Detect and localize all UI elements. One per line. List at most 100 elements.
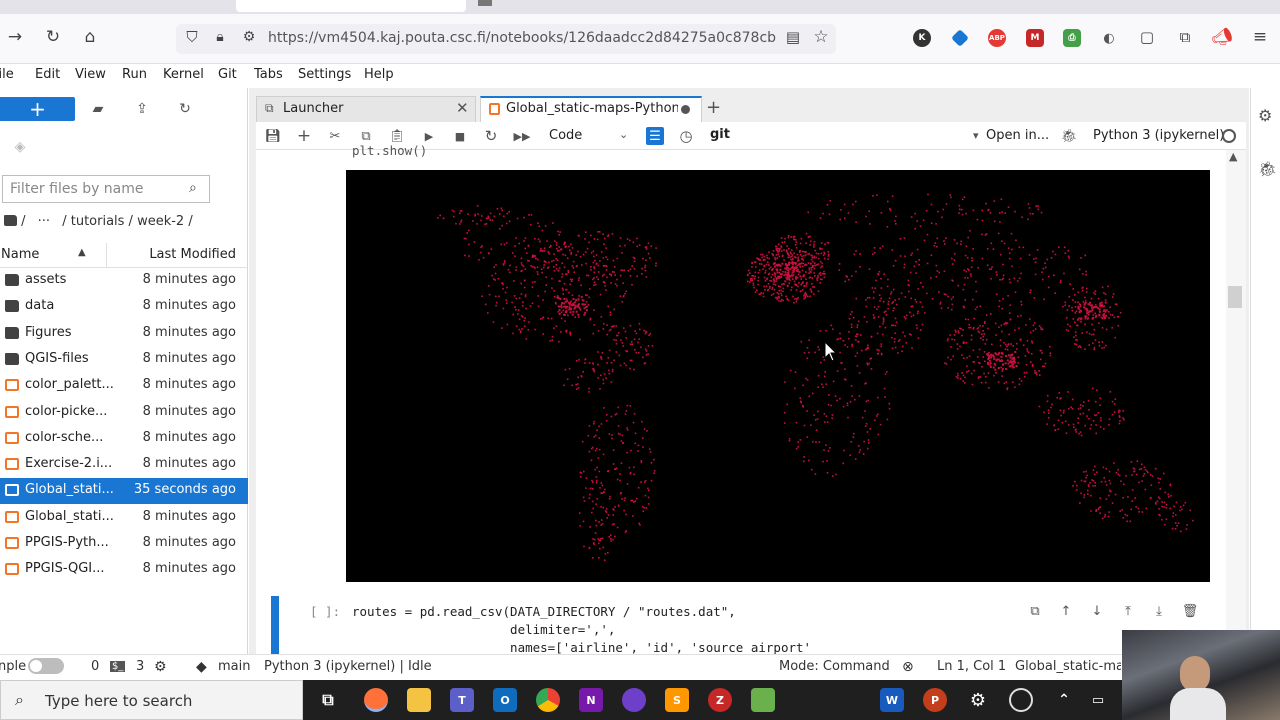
- browser-tab-active[interactable]: [236, 0, 466, 12]
- simple-mode-toggle[interactable]: [28, 658, 64, 674]
- home-icon[interactable]: ⌂: [79, 26, 101, 48]
- file-row[interactable]: Exercise-2.i... 8 minutes ago: [0, 452, 248, 478]
- git-clone-icon[interactable]: ◈: [10, 138, 30, 156]
- refresh-icon[interactable]: ↻: [175, 100, 195, 118]
- reload-icon[interactable]: ↻: [42, 26, 64, 48]
- menu-file[interactable]: File: [0, 67, 14, 82]
- debugger-icon[interactable]: 🐞︎: [1060, 127, 1078, 145]
- taskbar-search[interactable]: ⌕ Type here to search: [0, 680, 303, 720]
- file-row[interactable]: Figures 8 minutes ago: [0, 321, 248, 347]
- extension-gray-icon[interactable]: ◐: [1100, 29, 1118, 47]
- file-row[interactable]: Global_stati... 35 seconds ago: [0, 478, 248, 505]
- new-folder-icon[interactable]: ▰: [88, 100, 108, 118]
- firefox-icon[interactable]: [364, 688, 388, 712]
- kernels-count[interactable]: 3: [136, 659, 144, 674]
- extension-red-icon[interactable]: M: [1026, 29, 1044, 47]
- filter-files-input[interactable]: [3, 176, 179, 202]
- debugger-panel-icon[interactable]: 🐞︎: [1258, 160, 1277, 178]
- bookmark-star-icon[interactable]: ☆: [810, 26, 832, 48]
- menu-help[interactable]: Help: [364, 67, 394, 82]
- cursor-position[interactable]: Ln 1, Col 1: [937, 659, 1006, 674]
- tab-notebook[interactable]: Global_static-maps-Python.ip: [480, 96, 702, 122]
- file-row[interactable]: Global_stati... 8 minutes ago: [0, 505, 248, 531]
- fast-forward-icon[interactable]: ▶▶: [513, 127, 531, 145]
- git-button[interactable]: git: [710, 127, 730, 142]
- powerpoint-icon[interactable]: P: [923, 688, 947, 712]
- stop-icon[interactable]: ■: [451, 127, 469, 145]
- clock-app-icon[interactable]: [1009, 688, 1033, 712]
- move-up-icon[interactable]: ↑: [1057, 602, 1075, 620]
- file-row[interactable]: PPGIS-Pyth... 8 minutes ago: [0, 531, 248, 557]
- notebook-scrollbar[interactable]: ▲: [1226, 150, 1246, 654]
- tray-chevron-icon[interactable]: ⌃: [1052, 688, 1076, 712]
- clock-icon[interactable]: ◷: [677, 127, 695, 145]
- property-inspector-icon[interactable]: ⚙: [1258, 106, 1272, 125]
- file-row[interactable]: PPGIS-QGI... 8 minutes ago: [0, 557, 248, 583]
- menu-tabs[interactable]: Tabs: [254, 67, 283, 82]
- sort-ascending-icon[interactable]: ▲: [78, 247, 86, 258]
- scrollbar-thumb[interactable]: [1228, 286, 1242, 308]
- save-icon[interactable]: 💾︎: [264, 127, 282, 145]
- insert-above-icon[interactable]: ⤒: [1119, 602, 1137, 620]
- new-launcher-button[interactable]: +: [0, 97, 75, 121]
- shield-icon[interactable]: ⛉: [181, 26, 203, 48]
- kernel-name[interactable]: Python 3 (ipykernel): [1093, 128, 1224, 143]
- menu-settings[interactable]: Settings: [298, 67, 351, 82]
- lock-icon[interactable]: 🔒︎: [209, 26, 231, 48]
- menu-kernel[interactable]: Kernel: [163, 67, 204, 82]
- delete-cell-icon[interactable]: 🗑︎: [1181, 602, 1199, 620]
- column-last-modified[interactable]: Last Modified: [149, 247, 236, 262]
- file-row[interactable]: color_palett... 8 minutes ago: [0, 373, 248, 399]
- open-in-button[interactable]: Open in...: [986, 128, 1049, 143]
- reader-view-icon[interactable]: ▤: [782, 26, 804, 48]
- sublime-icon[interactable]: S: [665, 688, 689, 712]
- restart-icon[interactable]: ↻: [482, 127, 500, 145]
- folder-home-icon[interactable]: [4, 215, 17, 226]
- menu-view[interactable]: View: [75, 67, 106, 82]
- megaphone-icon[interactable]: 📣︎: [1211, 26, 1233, 48]
- file-row[interactable]: data 8 minutes ago: [0, 294, 248, 320]
- menu-edit[interactable]: Edit: [35, 67, 60, 82]
- current-file[interactable]: Global_static-map: [1015, 659, 1121, 674]
- url-text[interactable]: https://vm4504.kaj.pouta.csc.fi/notebook…: [268, 30, 776, 46]
- breadcrumb-root[interactable]: /: [21, 214, 25, 229]
- permissions-icon[interactable]: ⚙: [238, 26, 260, 48]
- adblock-icon[interactable]: ABP: [988, 29, 1006, 47]
- terminals-count[interactable]: 0: [91, 659, 99, 674]
- duplicate-cell-icon[interactable]: ⧉: [1026, 602, 1044, 620]
- unsaved-dot-icon[interactable]: [681, 105, 690, 114]
- upload-icon[interactable]: ⇪: [132, 100, 152, 118]
- mode-indicator[interactable]: Mode: Command: [779, 659, 890, 674]
- close-icon[interactable]: ✕: [456, 99, 469, 117]
- chrome-icon[interactable]: [536, 688, 560, 712]
- column-name[interactable]: Name: [1, 247, 39, 262]
- kernel-status[interactable]: Python 3 (ipykernel) | Idle: [264, 659, 432, 674]
- menu-git[interactable]: Git: [218, 67, 237, 82]
- extension-k-icon[interactable]: K: [913, 29, 931, 47]
- insert-below-icon[interactable]: ⤓: [1150, 602, 1168, 620]
- breadcrumb-ellipsis[interactable]: ···: [38, 214, 50, 229]
- outlook-icon[interactable]: O: [493, 688, 517, 712]
- github-desktop-icon[interactable]: [622, 688, 646, 712]
- table-of-contents-icon[interactable]: ☰: [646, 127, 664, 145]
- menu-run[interactable]: Run: [122, 67, 147, 82]
- window-icon[interactable]: ▢: [1136, 26, 1158, 48]
- insert-cell-icon[interactable]: +: [295, 126, 313, 146]
- forward-icon[interactable]: →: [4, 26, 26, 48]
- git-branch[interactable]: main: [218, 659, 250, 674]
- extension-green-icon[interactable]: ⎙: [1063, 29, 1081, 47]
- breadcrumb-path[interactable]: / tutorials / week-2 /: [62, 214, 192, 229]
- file-row[interactable]: QGIS-files 8 minutes ago: [0, 347, 248, 373]
- tab-launcher[interactable]: ⧉ Launcher ✕: [256, 96, 476, 122]
- teams-icon[interactable]: T: [450, 688, 474, 712]
- search-icon[interactable]: ⌕: [189, 180, 197, 196]
- zotero-icon[interactable]: Z: [708, 688, 732, 712]
- battery-icon[interactable]: ▭: [1086, 688, 1110, 712]
- word-icon[interactable]: W: [880, 688, 904, 712]
- cut-icon[interactable]: ✂: [326, 127, 344, 145]
- file-row[interactable]: color-picke... 8 minutes ago: [0, 400, 248, 426]
- settings-icon[interactable]: ⚙: [966, 688, 990, 712]
- scroll-up-icon[interactable]: ▲: [1229, 150, 1237, 163]
- file-row[interactable]: assets 8 minutes ago: [0, 268, 248, 294]
- file-explorer-icon[interactable]: [407, 688, 431, 712]
